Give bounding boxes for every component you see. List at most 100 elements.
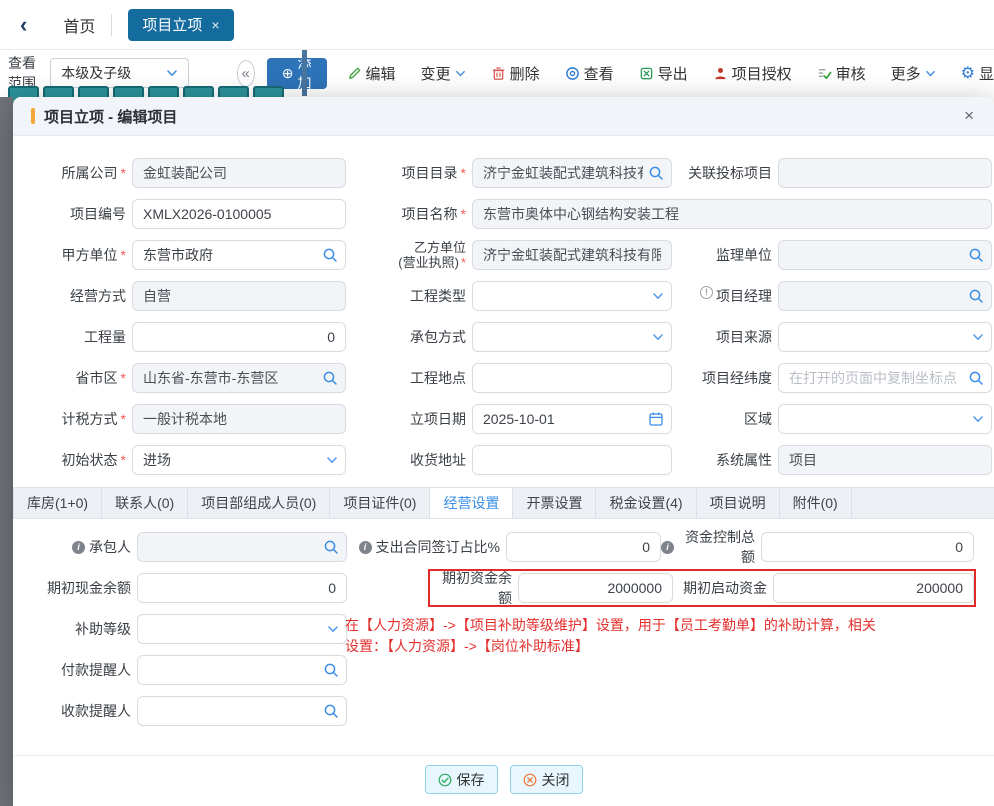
save-button[interactable]: 保存 — [425, 765, 498, 794]
recv-reminder-input[interactable] — [148, 703, 318, 719]
fund-control-field[interactable] — [761, 532, 974, 562]
audit-button[interactable]: 审核 — [817, 63, 866, 84]
name-field — [472, 199, 992, 229]
close-icon[interactable]: × — [962, 106, 976, 126]
supervisor-field[interactable] — [778, 240, 992, 270]
contractor-input[interactable] — [148, 539, 318, 555]
search-icon[interactable] — [323, 703, 339, 719]
audit-check-icon — [817, 66, 832, 81]
subsidy-select[interactable] — [137, 614, 347, 644]
fund-balance-input[interactable] — [529, 580, 662, 596]
back-chevron-icon[interactable]: ‹ — [20, 14, 27, 36]
tab-invoice-settings[interactable]: 开票设置 — [513, 488, 596, 518]
area-select[interactable] — [778, 404, 992, 434]
pay-reminder-field[interactable] — [137, 655, 347, 685]
tab-close-icon[interactable]: × — [211, 17, 219, 33]
expense-ratio-label: 支出合同签订占比% — [347, 537, 506, 557]
tax-input — [143, 411, 335, 427]
pencil-icon — [347, 66, 362, 81]
region-field[interactable] — [132, 363, 346, 393]
edit-button[interactable]: 编辑 — [347, 63, 396, 84]
search-icon[interactable] — [322, 247, 338, 263]
address-field[interactable] — [472, 445, 672, 475]
tab-project-description[interactable]: 项目说明 — [697, 488, 780, 518]
fund-control-input[interactable] — [772, 539, 963, 555]
recv-reminder-field[interactable] — [137, 696, 347, 726]
tab-project-initiation[interactable]: 项目立项 × — [128, 9, 233, 41]
search-icon[interactable] — [968, 247, 984, 263]
party-a-label: 甲方单位* — [33, 240, 126, 270]
code-field[interactable] — [132, 199, 346, 229]
more-button[interactable]: 更多 — [891, 63, 936, 84]
display-columns-button[interactable]: ⚙ 显 — [961, 63, 994, 84]
contract-mode-select[interactable] — [472, 322, 672, 352]
eng-type-label: 工程类型 — [352, 281, 466, 311]
date-field[interactable] — [472, 404, 672, 434]
project-authorize-button[interactable]: 项目授权 — [713, 63, 792, 84]
coords-field[interactable] — [778, 363, 992, 393]
manager-field[interactable] — [778, 281, 992, 311]
delete-button[interactable]: 删除 — [491, 63, 540, 84]
search-icon[interactable] — [322, 370, 338, 386]
source-select[interactable] — [778, 322, 992, 352]
company-label: 所属公司* — [33, 158, 126, 188]
view-button[interactable]: 查看 — [565, 63, 614, 84]
expense-ratio-field[interactable] — [506, 532, 661, 562]
catalog-field[interactable] — [472, 158, 672, 188]
tab-business-settings[interactable]: 经营设置 — [430, 488, 513, 518]
search-icon[interactable] — [323, 539, 339, 555]
status-select[interactable]: 进场 — [132, 445, 346, 475]
code-input[interactable] — [143, 206, 335, 222]
search-icon[interactable] — [648, 165, 664, 181]
tab-warehouse[interactable]: 库房(1+0) — [13, 488, 102, 518]
quantity-input[interactable] — [143, 329, 335, 345]
startup-fund-field[interactable] — [773, 573, 974, 603]
tab-contacts[interactable]: 联系人(0) — [102, 488, 188, 518]
tab-home[interactable]: 首页 — [63, 13, 95, 37]
cash-balance-input[interactable] — [148, 580, 336, 596]
address-input[interactable] — [483, 452, 661, 468]
quantity-field[interactable] — [132, 322, 346, 352]
tab-tax-settings[interactable]: 税金设置(4) — [596, 488, 696, 518]
date-input[interactable] — [483, 411, 643, 427]
export-button[interactable]: 导出 — [639, 63, 688, 84]
site-field[interactable] — [472, 363, 672, 393]
catalog-input[interactable] — [483, 165, 643, 181]
search-icon[interactable] — [968, 370, 984, 386]
search-icon[interactable] — [968, 288, 984, 304]
change-button[interactable]: 变更 — [421, 63, 466, 84]
calendar-icon[interactable] — [648, 411, 664, 427]
manager-input[interactable] — [789, 288, 963, 304]
region-input[interactable] — [143, 370, 317, 386]
info-icon — [72, 541, 85, 554]
add-button[interactable]: ⊕添加 — [267, 58, 327, 89]
tab-team-members[interactable]: 项目部组成人员(0) — [188, 488, 330, 518]
app-page: ‹ 首页 项目立项 × 查看范围 本级及子级 « ⊕添加 编辑 变更 — [0, 0, 994, 806]
tab-certificates[interactable]: 项目证件(0) — [330, 488, 430, 518]
party-a-field[interactable] — [132, 240, 346, 270]
party-a-input[interactable] — [143, 247, 317, 263]
cash-balance-field[interactable] — [137, 573, 347, 603]
contractor-field[interactable] — [137, 532, 347, 562]
expense-ratio-input[interactable] — [517, 539, 650, 555]
startup-fund-input[interactable] — [784, 580, 963, 596]
chevron-down-icon — [326, 454, 338, 466]
supervisor-input[interactable] — [789, 247, 963, 263]
close-button[interactable]: 关闭 — [510, 765, 583, 794]
chevron-down-icon — [925, 68, 936, 79]
site-input[interactable] — [483, 370, 661, 386]
fund-balance-field[interactable] — [518, 573, 673, 603]
search-icon[interactable] — [323, 662, 339, 678]
catalog-label: 项目目录* — [352, 158, 466, 188]
scope-dropdown[interactable]: 本级及子级 — [50, 58, 188, 88]
eng-type-select[interactable] — [472, 281, 672, 311]
collapse-panel-button[interactable]: « — [237, 60, 255, 87]
edit-project-dialog: 项目立项 - 编辑项目 × 所属公司* 项目目录* 关联投标项目 项目编号 项目… — [13, 97, 994, 806]
tab-attachments[interactable]: 附件(0) — [780, 488, 852, 518]
eye-icon — [565, 66, 580, 81]
bid-link-label: 关联投标项目 — [678, 158, 772, 188]
top-tab-bar: ‹ 首页 项目立项 × — [0, 0, 994, 50]
panel-splitter[interactable] — [302, 50, 307, 96]
coords-input[interactable] — [789, 370, 963, 386]
pay-reminder-input[interactable] — [148, 662, 318, 678]
